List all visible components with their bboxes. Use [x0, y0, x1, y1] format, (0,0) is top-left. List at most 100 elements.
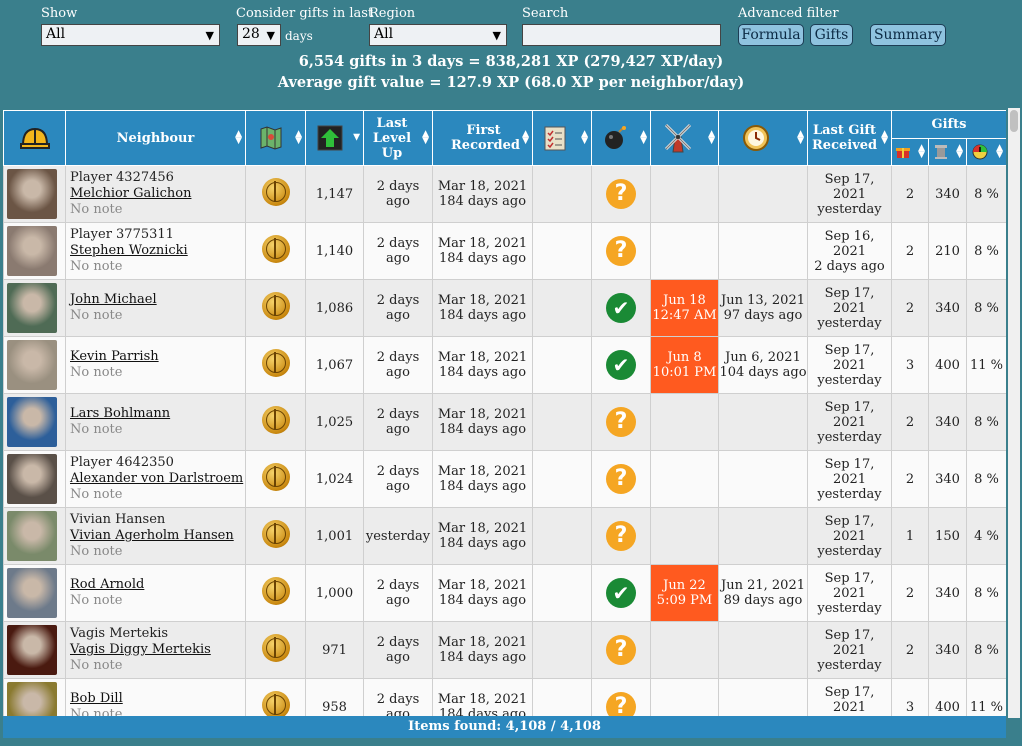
last-gift-date: Sep 17, 2021	[824, 684, 875, 715]
region-select[interactable]: All ▼	[369, 24, 507, 46]
col-neighbour[interactable]: Neighbour ▲ ▼	[65, 110, 246, 166]
table-row[interactable]: Kevin Parrish No note 1,067 2 days ago Mar 1…	[3, 336, 1006, 394]
consider-days-select[interactable]: 28 ▼	[237, 24, 281, 46]
neighbour-link[interactable]: Rod Arnold	[70, 577, 245, 593]
col-helmet[interactable]	[3, 110, 66, 166]
col-gift-count[interactable]: ▲ ▼	[891, 137, 929, 166]
neighbour-link[interactable]: Lars Bohlmann	[70, 406, 245, 422]
region-label: Region	[369, 6, 416, 21]
filter-bar: Show All ▼ Consider gifts in last 28 ▼ day…	[0, 0, 1022, 106]
player-name: Vivian Hansen	[70, 512, 166, 527]
gift-xp-cell: 400	[928, 336, 967, 394]
scrollbar-thumb[interactable]	[1010, 110, 1018, 132]
globe-icon	[261, 292, 290, 320]
neighbour-link[interactable]: Bob Dill	[70, 691, 245, 707]
table-row[interactable]: Lars Bohlmann No note 1,025 2 days ago Mar 1…	[3, 393, 1006, 451]
summary-button[interactable]: Summary	[870, 24, 946, 46]
windmill-cell: Jun 22 5:09 PM	[650, 564, 719, 622]
neighbour-link[interactable]: Stephen Woznicki	[70, 243, 245, 259]
col-bomb[interactable]: ▲ ▼	[591, 110, 651, 166]
windmill-cell	[650, 450, 719, 508]
gift-count-cell: 2	[891, 393, 929, 451]
avatar[interactable]	[7, 625, 57, 675]
neighbour-note[interactable]: No note	[70, 259, 245, 275]
neighbour-note[interactable]: No note	[70, 658, 245, 674]
show-select[interactable]: All ▼	[41, 24, 220, 46]
col-last-level-up[interactable]: Last Level Up ▲ ▼	[363, 110, 433, 166]
table-row[interactable]: Player 4642350 Alexander von Darlstroem No…	[3, 450, 1006, 508]
last-gift-date: Sep 17, 2021	[824, 171, 875, 202]
avatar[interactable]	[7, 568, 57, 618]
last-level-up-cell: 2 days ago	[363, 222, 433, 280]
first-recorded-cell: Mar 18, 2021 184 days ago	[432, 222, 533, 280]
table-row[interactable]: Player 3775311 Stephen Woznicki No note 1,1…	[3, 222, 1006, 280]
col-clock[interactable]: ▲ ▼	[718, 110, 808, 166]
last-gift-cell: Sep 17, 2021yesterday	[807, 678, 892, 716]
last-level-up-cell: 2 days ago	[363, 279, 433, 337]
neighbour-link[interactable]: Melchior Galichon	[70, 186, 245, 202]
table-row[interactable]: Vivian Hansen Vivian Agerholm Hansen No no…	[3, 507, 1006, 565]
gift-percent-cell: 8 %	[965, 279, 1006, 337]
col-last-gift-received[interactable]: Last Gift Received ▲ ▼	[807, 110, 892, 166]
search-input[interactable]	[522, 24, 721, 46]
neighbour-cell: Kevin Parrish No note	[65, 336, 246, 394]
col-windmill[interactable]: ▲ ▼	[650, 110, 719, 166]
first-recorded-ago: 184 days ago	[438, 479, 527, 494]
table-row[interactable]: Player 4327456 Melchior Galichon No note 1,…	[3, 165, 1006, 223]
gift-percent-cell: 8 %	[965, 621, 1006, 679]
neighbour-cell: Vivian Hansen Vivian Agerholm Hansen No no…	[65, 507, 246, 565]
neighbour-link[interactable]: Vagis Diggy Mertekis	[70, 642, 245, 658]
neighbour-note[interactable]: No note	[70, 422, 245, 438]
col-first-recorded[interactable]: First Recorded ▲ ▼	[432, 110, 533, 166]
avatar[interactable]	[7, 283, 57, 333]
last-gift-date: Sep 16, 2021	[824, 228, 875, 259]
gift-percent-cell: 8 %	[965, 393, 1006, 451]
sort-icon: ▲ ▼	[235, 129, 242, 146]
region-select-value: All	[374, 26, 394, 42]
col-checklist[interactable]: ▲ ▼	[532, 110, 592, 166]
col-gift-percent[interactable]: ▲ ▼	[965, 137, 1006, 166]
avatar[interactable]	[7, 511, 57, 561]
neighbour-link[interactable]: Vivian Agerholm Hansen	[70, 528, 245, 544]
region-cell	[245, 222, 306, 280]
table-row[interactable]: Bob Dill No note 958 2 days ago Mar 18, 2021…	[3, 678, 1006, 716]
col-gift-xp[interactable]: ▲ ▼	[928, 137, 967, 166]
avatar[interactable]	[7, 340, 57, 390]
neighbour-note[interactable]: No note	[70, 707, 245, 716]
avatar[interactable]	[7, 169, 57, 219]
col-level[interactable]: ▼	[305, 110, 364, 166]
avatar[interactable]	[7, 454, 57, 504]
globe-icon	[261, 577, 290, 605]
first-recorded-cell: Mar 18, 2021 184 days ago	[432, 165, 533, 223]
region-cell	[245, 279, 306, 337]
neighbour-note[interactable]: No note	[70, 487, 245, 503]
level-cell: 1,147	[305, 165, 364, 223]
neighbour-link[interactable]: Alexander von Darlstroem	[70, 471, 245, 487]
col-region[interactable]: ▲ ▼	[245, 110, 306, 166]
vertical-scrollbar[interactable]	[1008, 108, 1020, 718]
gift-percent-cell: 8 %	[965, 564, 1006, 622]
avatar[interactable]	[7, 682, 57, 716]
question-icon: ?	[606, 464, 636, 494]
first-recorded-ago: 184 days ago	[438, 422, 527, 437]
neighbour-note[interactable]: No note	[70, 593, 245, 609]
avatar[interactable]	[7, 226, 57, 276]
col-neighbour-label: Neighbour	[116, 130, 195, 146]
last-gift-ago: yesterday	[817, 429, 882, 445]
last-gift-cell: Sep 17, 2021yesterday	[807, 621, 892, 679]
neighbour-link[interactable]: Kevin Parrish	[70, 349, 245, 365]
gifts-button[interactable]: Gifts	[810, 24, 853, 46]
formula-button[interactable]: Formula	[738, 24, 804, 46]
neighbour-note[interactable]: No note	[70, 544, 245, 560]
table-row[interactable]: Vagis Mertekis Vagis Diggy Mertekis No not…	[3, 621, 1006, 679]
neighbour-note[interactable]: No note	[70, 365, 245, 381]
avatar[interactable]	[7, 397, 57, 447]
neighbour-note[interactable]: No note	[70, 308, 245, 324]
gift-count-cell: 2	[891, 165, 929, 223]
neighbour-note[interactable]: No note	[70, 202, 245, 218]
checklist-cell	[532, 393, 592, 451]
table-row[interactable]: Rod Arnold No note 1,000 2 days ago Mar 18, …	[3, 564, 1006, 622]
neighbour-link[interactable]: John Michael	[70, 292, 245, 308]
first-recorded-date: Mar 18, 2021	[437, 407, 528, 422]
table-row[interactable]: John Michael No note 1,086 2 days ago Mar 18…	[3, 279, 1006, 337]
